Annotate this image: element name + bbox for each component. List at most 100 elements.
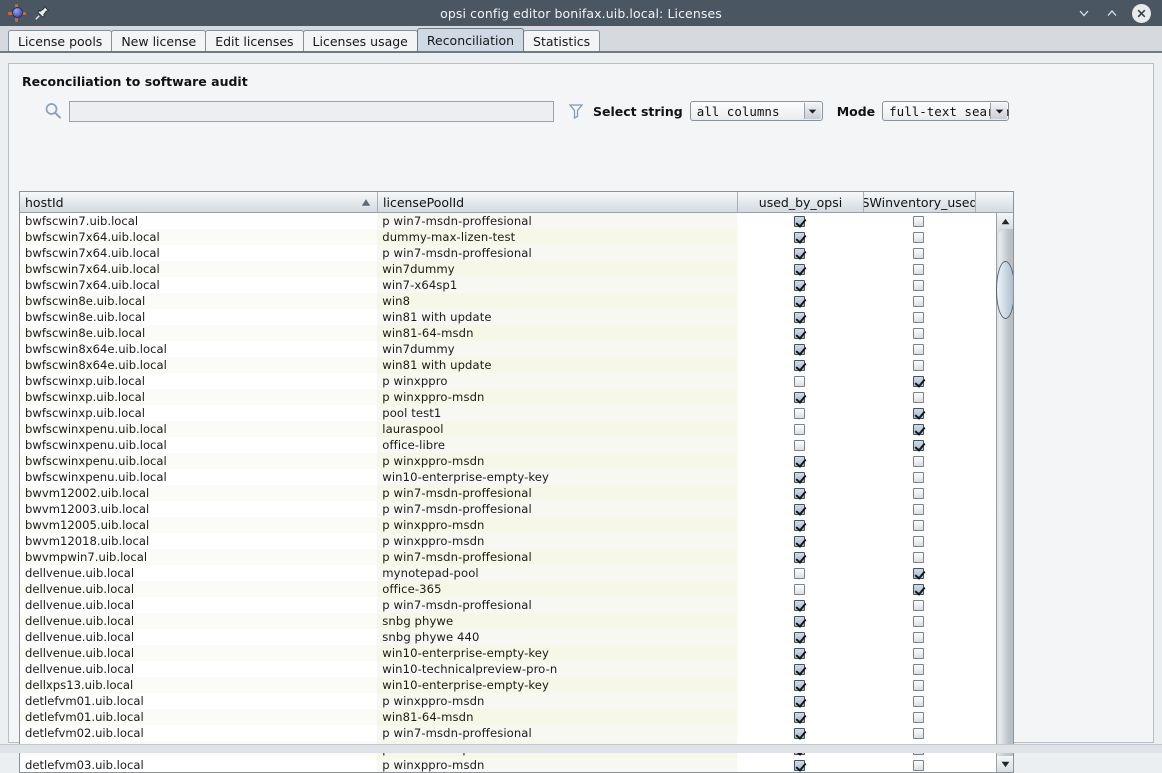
swinventory-used-checkbox[interactable]: [913, 296, 924, 307]
used-by-opsi-checkbox[interactable]: [794, 312, 805, 323]
cell-swinventory-used[interactable]: [862, 325, 974, 341]
cell-swinventory-used[interactable]: [862, 645, 974, 661]
cell-used-by-opsi[interactable]: [737, 693, 863, 709]
cell-used-by-opsi[interactable]: [737, 661, 863, 677]
cell-swinventory-used[interactable]: [862, 581, 974, 597]
cell-swinventory-used[interactable]: [862, 549, 974, 565]
cell-used-by-opsi[interactable]: [737, 677, 863, 693]
swinventory-used-checkbox[interactable]: [913, 552, 924, 563]
column-header-swinventory-used[interactable]: SWinventory_used: [864, 192, 976, 212]
table-row[interactable]: bwvm12002.uib.localp win7-msdn-proffesio…: [20, 485, 996, 501]
chevron-down-icon[interactable]: [1076, 6, 1091, 21]
cell-used-by-opsi[interactable]: [737, 501, 863, 517]
swinventory-used-checkbox[interactable]: [913, 648, 924, 659]
table-row[interactable]: bwvm12005.uib.localp winxppro-msdn: [20, 517, 996, 533]
used-by-opsi-checkbox[interactable]: [794, 600, 805, 611]
table-row[interactable]: dellvenue.uib.localoffice-365: [20, 581, 996, 597]
table-row[interactable]: bwfscwin7.uib.localp win7-msdn-proffesio…: [20, 213, 996, 229]
swinventory-used-checkbox[interactable]: [913, 488, 924, 499]
cell-swinventory-used[interactable]: [862, 357, 974, 373]
swinventory-used-checkbox[interactable]: [913, 536, 924, 547]
used-by-opsi-checkbox[interactable]: [794, 664, 805, 675]
column-header-licensepoolid[interactable]: licensePoolId: [378, 192, 738, 212]
used-by-opsi-checkbox[interactable]: [794, 584, 805, 595]
cell-swinventory-used[interactable]: [862, 245, 974, 261]
table-row[interactable]: bwfscwin7x64.uib.localp win7-msdn-proffe…: [20, 245, 996, 261]
cell-used-by-opsi[interactable]: [737, 357, 863, 373]
pin-icon[interactable]: [34, 5, 50, 21]
table-row[interactable]: detlefvm03.uib.localp winxppro-msdn: [20, 757, 996, 772]
swinventory-used-checkbox[interactable]: [913, 216, 924, 227]
cell-used-by-opsi[interactable]: [737, 261, 863, 277]
cell-swinventory-used[interactable]: [862, 421, 974, 437]
cell-swinventory-used[interactable]: [862, 389, 974, 405]
cell-used-by-opsi[interactable]: [737, 485, 863, 501]
swinventory-used-checkbox[interactable]: [913, 616, 924, 627]
cell-swinventory-used[interactable]: [862, 405, 974, 421]
table-row[interactable]: bwfscwinxp.uib.localpool test1: [20, 405, 996, 421]
used-by-opsi-checkbox[interactable]: [794, 648, 805, 659]
cell-swinventory-used[interactable]: [862, 373, 974, 389]
used-by-opsi-checkbox[interactable]: [794, 424, 805, 435]
cell-used-by-opsi[interactable]: [737, 277, 863, 293]
swinventory-used-checkbox[interactable]: [913, 248, 924, 259]
cell-used-by-opsi[interactable]: [737, 613, 863, 629]
used-by-opsi-checkbox[interactable]: [794, 248, 805, 259]
used-by-opsi-checkbox[interactable]: [794, 712, 805, 723]
vertical-scrollbar[interactable]: [996, 213, 1013, 772]
table-row[interactable]: dellvenue.uib.localsnbg phywe 440: [20, 629, 996, 645]
swinventory-used-checkbox[interactable]: [913, 600, 924, 611]
used-by-opsi-checkbox[interactable]: [794, 328, 805, 339]
cell-swinventory-used[interactable]: [862, 469, 974, 485]
table-row[interactable]: bwfscwin7x64.uib.localdummy-max-lizen-te…: [20, 229, 996, 245]
used-by-opsi-checkbox[interactable]: [794, 472, 805, 483]
swinventory-used-checkbox[interactable]: [913, 312, 924, 323]
swinventory-used-checkbox[interactable]: [913, 664, 924, 675]
swinventory-used-checkbox[interactable]: [913, 472, 924, 483]
table-row[interactable]: bwfscwin8e.uib.localwin8: [20, 293, 996, 309]
used-by-opsi-checkbox[interactable]: [794, 568, 805, 579]
cell-swinventory-used[interactable]: [862, 341, 974, 357]
used-by-opsi-checkbox[interactable]: [794, 536, 805, 547]
cell-used-by-opsi[interactable]: [737, 469, 863, 485]
table-row[interactable]: bwvm12003.uib.localp win7-msdn-proffesio…: [20, 501, 996, 517]
cell-swinventory-used[interactable]: [862, 677, 974, 693]
swinventory-used-checkbox[interactable]: [913, 456, 924, 467]
cell-used-by-opsi[interactable]: [737, 341, 863, 357]
table-row[interactable]: dellvenue.uib.localwin10-technicalprevie…: [20, 661, 996, 677]
table-row[interactable]: dellvenue.uib.localmynotepad-pool: [20, 565, 996, 581]
table-row[interactable]: detlefvm01.uib.localp winxppro-msdn: [20, 693, 996, 709]
cell-swinventory-used[interactable]: [862, 725, 974, 741]
chevron-down-icon[interactable]: [804, 103, 821, 119]
cell-used-by-opsi[interactable]: [737, 517, 863, 533]
cell-used-by-opsi[interactable]: [737, 581, 863, 597]
used-by-opsi-checkbox[interactable]: [794, 696, 805, 707]
tab-new-license[interactable]: New license: [111, 30, 206, 51]
table-row[interactable]: bwfscwinxpenu.uib.localp winxppro-msdn: [20, 453, 996, 469]
swinventory-used-checkbox[interactable]: [913, 376, 924, 387]
table-row[interactable]: dellxps13.uib.localwin10-enterprise-empt…: [20, 677, 996, 693]
tab-edit-licenses[interactable]: Edit licenses: [205, 30, 303, 51]
table-row[interactable]: bwfscwin7x64.uib.localwin7dummy: [20, 261, 996, 277]
table-row[interactable]: bwfscwin8e.uib.localwin81-64-msdn: [20, 325, 996, 341]
cell-swinventory-used[interactable]: [862, 629, 974, 645]
table-row[interactable]: detlefvm01.uib.localwin81-64-msdn: [20, 709, 996, 725]
tab-license-pools[interactable]: License pools: [8, 30, 112, 51]
cell-swinventory-used[interactable]: [862, 533, 974, 549]
swinventory-used-checkbox[interactable]: [913, 520, 924, 531]
used-by-opsi-checkbox[interactable]: [794, 440, 805, 451]
used-by-opsi-checkbox[interactable]: [794, 216, 805, 227]
table-row[interactable]: bwfscwinxp.uib.localp winxppro-msdn: [20, 389, 996, 405]
cell-used-by-opsi[interactable]: [737, 565, 863, 581]
cell-used-by-opsi[interactable]: [737, 709, 863, 725]
cell-used-by-opsi[interactable]: [737, 437, 863, 453]
table-row[interactable]: bwvm12018.uib.localp winxppro-msdn: [20, 533, 996, 549]
cell-swinventory-used[interactable]: [862, 229, 974, 245]
used-by-opsi-checkbox[interactable]: [794, 616, 805, 627]
swinventory-used-checkbox[interactable]: [913, 328, 924, 339]
cell-used-by-opsi[interactable]: [737, 645, 863, 661]
used-by-opsi-checkbox[interactable]: [794, 408, 805, 419]
select-string-dropdown[interactable]: all columns: [690, 101, 823, 121]
swinventory-used-checkbox[interactable]: [913, 424, 924, 435]
used-by-opsi-checkbox[interactable]: [794, 488, 805, 499]
